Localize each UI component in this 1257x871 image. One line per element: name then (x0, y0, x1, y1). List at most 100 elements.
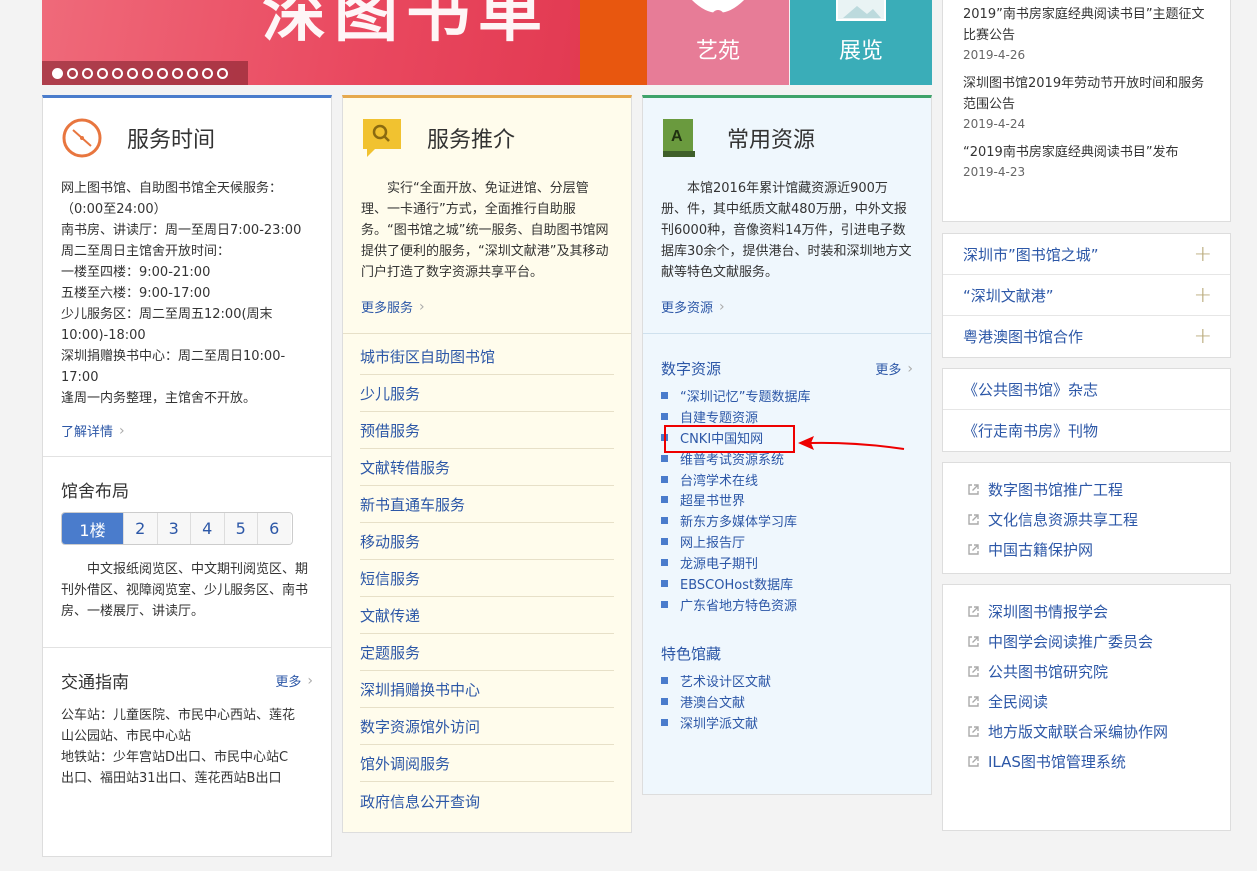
hero-carousel[interactable]: 深图书单 (42, 0, 580, 85)
resource-link[interactable]: 网上报告厅 (661, 531, 931, 552)
accordion-item[interactable]: 粤港澳图书馆合作 + (943, 316, 1230, 357)
collection-link[interactable]: 艺术设计区文献 (661, 670, 931, 691)
collection-link[interactable]: 深圳学派文献 (661, 712, 931, 733)
carousel-dot[interactable] (52, 67, 63, 79)
external-link-label[interactable]: 中图学会阅读推广委员会 (988, 631, 1153, 652)
hours-more-label[interactable]: 了解详情 (61, 421, 113, 440)
resource-label[interactable]: 台湾学术在线 (680, 470, 758, 489)
resource-link[interactable]: “深圳记忆”专题数据库 (661, 385, 931, 406)
art-tile[interactable]: 艺苑 (647, 0, 789, 85)
accordion-label[interactable]: “深圳文献港” (963, 285, 1054, 306)
magazine-link[interactable]: 《行走南书房》刊物 (943, 410, 1230, 451)
tab-floor-3[interactable]: 3 (156, 513, 190, 544)
exhibition-tile[interactable]: 展览 (790, 0, 932, 85)
external-link-label[interactable]: 公共图书馆研究院 (988, 661, 1108, 682)
resource-link[interactable]: EBSCOHost数据库 (661, 573, 931, 594)
accordion-label[interactable]: 粤港澳图书馆合作 (963, 326, 1083, 347)
news-title[interactable]: 2019”南书房家庭经典阅读书目”主题征文比赛公告 (963, 4, 1216, 46)
external-link[interactable]: 数字图书馆推广工程 (943, 474, 1230, 504)
service-item[interactable]: 深圳捐赠换书中心 (360, 671, 614, 708)
tab-floor-6[interactable]: 6 (257, 513, 291, 544)
resource-link[interactable]: 自建专题资源 (661, 406, 931, 427)
news-item[interactable]: 深圳图书馆2019年劳动节开放时间和服务范围公告 2019-4-24 (963, 73, 1216, 133)
news-item[interactable]: 2019”南书房家庭经典阅读书目”主题征文比赛公告 2019-4-26 (963, 4, 1216, 64)
service-item[interactable]: 短信服务 (360, 560, 614, 597)
external-link[interactable]: 文化信息资源共享工程 (943, 504, 1230, 534)
service-item[interactable]: 少儿服务 (360, 375, 614, 412)
plus-icon[interactable]: + (1194, 283, 1212, 308)
external-link-label[interactable]: 地方版文献联合采编协作网 (988, 721, 1168, 742)
collection-label[interactable]: 港澳台文献 (680, 692, 745, 711)
accordion-item[interactable]: “深圳文献港” + (943, 275, 1230, 316)
service-item[interactable]: 政府信息公开查询 (360, 782, 614, 819)
service-item[interactable]: 定题服务 (360, 634, 614, 671)
resource-link[interactable]: 广东省地方特色资源 (661, 594, 931, 615)
carousel-dot[interactable] (112, 67, 123, 79)
carousel-dot[interactable] (82, 67, 93, 79)
service-item[interactable]: 新书直通车服务 (360, 486, 614, 523)
external-link[interactable]: 全民阅读 (943, 686, 1230, 716)
external-link[interactable]: ILAS图书馆管理系统 (943, 746, 1230, 776)
resource-label[interactable]: 自建专题资源 (680, 407, 758, 426)
external-link-label[interactable]: 数字图书馆推广工程 (988, 479, 1123, 500)
external-link-label[interactable]: ILAS图书馆管理系统 (988, 751, 1126, 772)
tab-floor-5[interactable]: 5 (223, 513, 257, 544)
carousel-dot[interactable] (172, 67, 183, 79)
hours-more-link[interactable]: 了解详情 › (43, 409, 331, 456)
news-title[interactable]: 深圳图书馆2019年劳动节开放时间和服务范围公告 (963, 73, 1216, 115)
service-item[interactable]: 预借服务 (360, 412, 614, 449)
service-item[interactable]: 城市街区自助图书馆 (360, 338, 614, 375)
carousel-dot[interactable] (127, 67, 138, 79)
digital-more-link[interactable]: 更多 › (875, 359, 913, 379)
service-item[interactable]: 文献传递 (360, 597, 614, 634)
carousel-dot[interactable] (142, 67, 153, 79)
carousel-dot[interactable] (67, 67, 78, 79)
resources-more-link[interactable]: 更多资源 › (643, 283, 931, 333)
resource-label[interactable]: EBSCOHost数据库 (680, 574, 793, 593)
resource-link[interactable]: 龙源电子期刊 (661, 552, 931, 573)
service-item[interactable]: 馆外调阅服务 (360, 745, 614, 782)
service-item[interactable]: 移动服务 (360, 523, 614, 560)
carousel-dot[interactable] (187, 67, 198, 79)
resource-link[interactable]: 台湾学术在线 (661, 469, 931, 490)
services-more-label[interactable]: 更多服务 (361, 297, 413, 316)
resource-label[interactable]: “深圳记忆”专题数据库 (680, 386, 810, 405)
external-link[interactable]: 中国古籍保护网 (943, 534, 1230, 564)
carousel-dot[interactable] (202, 67, 213, 79)
external-link-label[interactable]: 深圳图书情报学会 (988, 601, 1108, 622)
news-item[interactable]: “2019南书房家庭经典阅读书目”发布 2019-4-23 (963, 142, 1216, 181)
external-link[interactable]: 公共图书馆研究院 (943, 656, 1230, 686)
external-link[interactable]: 地方版文献联合采编协作网 (943, 716, 1230, 746)
collection-label[interactable]: 艺术设计区文献 (680, 671, 771, 690)
resource-label[interactable]: 网上报告厅 (680, 532, 745, 551)
tab-floor-2[interactable]: 2 (123, 513, 157, 544)
resource-link[interactable]: 超星书世界 (661, 489, 931, 510)
traffic-more-label[interactable]: 更多 (275, 671, 301, 690)
tab-floor-1[interactable]: 1楼 (62, 513, 123, 544)
digital-more-label[interactable]: 更多 (875, 359, 901, 378)
plus-icon[interactable]: + (1194, 324, 1212, 349)
external-link[interactable]: 中图学会阅读推广委员会 (943, 626, 1230, 656)
service-item[interactable]: 文献转借服务 (360, 449, 614, 486)
resource-link[interactable]: 新东方多媒体学习库 (661, 510, 931, 531)
magazine-link[interactable]: 《公共图书馆》杂志 (943, 369, 1230, 410)
resource-label[interactable]: 新东方多媒体学习库 (680, 511, 797, 530)
services-more-link[interactable]: 更多服务 › (343, 283, 631, 333)
tab-floor-4[interactable]: 4 (190, 513, 224, 544)
resource-label[interactable]: 广东省地方特色资源 (680, 595, 797, 614)
collection-label[interactable]: 深圳学派文献 (680, 713, 758, 732)
news-title[interactable]: “2019南书房家庭经典阅读书目”发布 (963, 142, 1216, 163)
resource-label[interactable]: 超星书世界 (680, 490, 745, 509)
resources-more-label[interactable]: 更多资源 (661, 297, 713, 316)
external-link-label[interactable]: 中国古籍保护网 (988, 539, 1093, 560)
accordion-label[interactable]: 深圳市”图书馆之城” (963, 244, 1099, 265)
traffic-more-link[interactable]: 更多 › (275, 671, 313, 691)
carousel-dot[interactable] (97, 67, 108, 79)
resource-label[interactable]: 龙源电子期刊 (680, 553, 758, 572)
external-link-label[interactable]: 全民阅读 (988, 691, 1048, 712)
collection-link[interactable]: 港澳台文献 (661, 691, 931, 712)
external-link[interactable]: 深圳图书情报学会 (943, 596, 1230, 626)
accordion-item[interactable]: 深圳市”图书馆之城” + (943, 234, 1230, 275)
carousel-dot[interactable] (217, 67, 228, 79)
plus-icon[interactable]: + (1194, 242, 1212, 267)
